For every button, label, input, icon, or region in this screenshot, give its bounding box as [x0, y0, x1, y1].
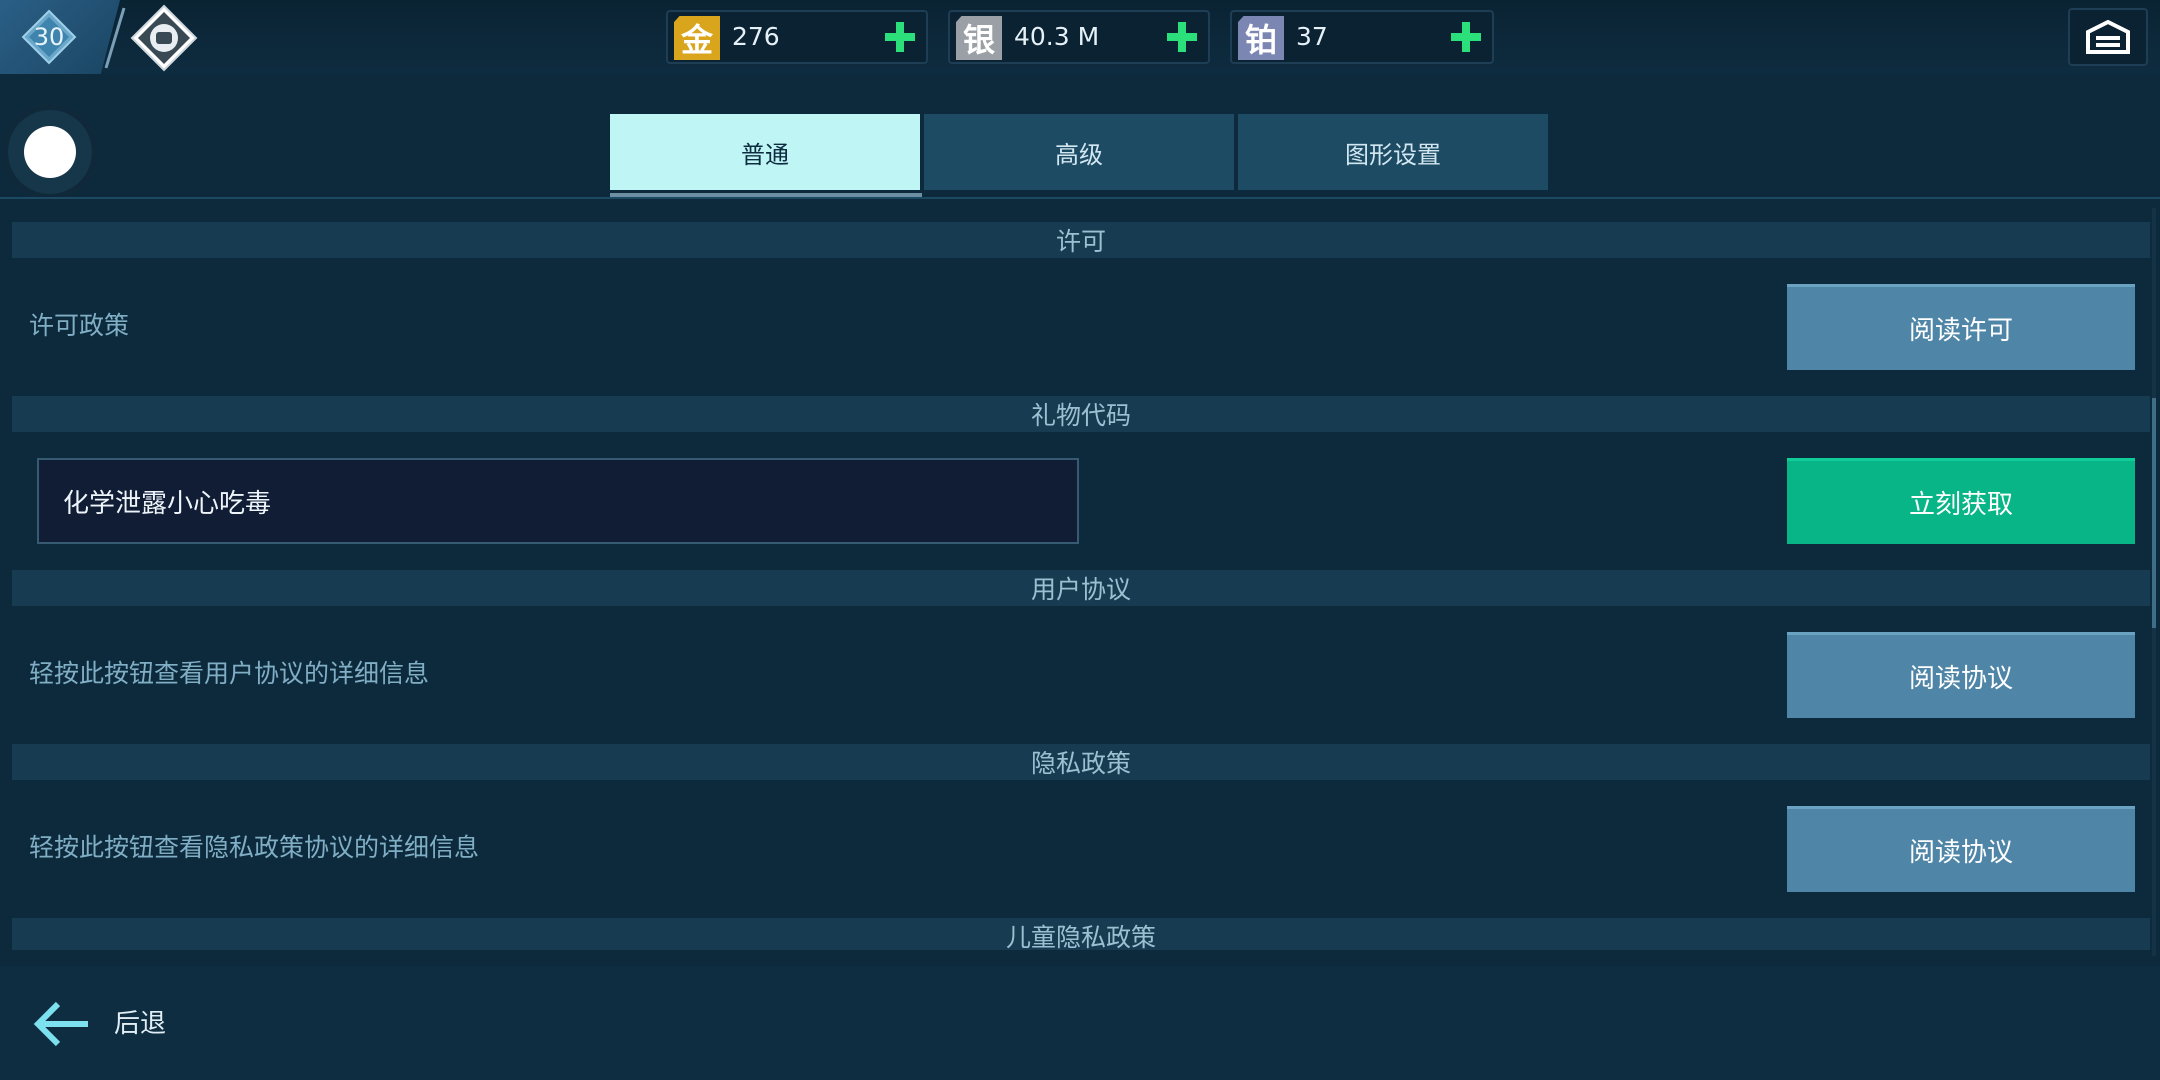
user-agreement-label: 轻按此按钮查看用户协议的详细信息: [29, 659, 430, 688]
tab-general[interactable]: 普通: [610, 114, 920, 190]
platinum-icon: 铂: [1238, 16, 1284, 60]
alliance-emblem-icon[interactable]: [130, 4, 198, 72]
redeem-now-button[interactable]: 立刻获取: [1787, 458, 2135, 544]
player-level[interactable]: 30: [21, 9, 77, 65]
back-arrow-icon[interactable]: [32, 1000, 92, 1048]
top-bar: 30 金 276 银 40.3 M 铂 37: [0, 0, 2160, 74]
gold-amount: 276: [732, 22, 780, 51]
section-header-children-privacy: 儿童隐私政策: [12, 918, 2150, 950]
read-license-button[interactable]: 阅读许可: [1787, 284, 2135, 370]
back-button-label[interactable]: 后退: [114, 1004, 166, 1044]
license-policy-label: 许可政策: [29, 311, 130, 340]
garage-home-button[interactable]: [2068, 8, 2148, 66]
list-scrollbar[interactable]: [2152, 208, 2156, 956]
silver-amount: 40.3 M: [1014, 22, 1100, 51]
add-gold-plus-icon[interactable]: [882, 19, 918, 55]
section-header-license: 许可: [12, 222, 2150, 258]
divider-slash-icon: [104, 7, 126, 69]
scrollbar-thumb[interactable]: [2152, 398, 2156, 628]
read-user-agreement-button[interactable]: 阅读协议: [1787, 632, 2135, 718]
platinum-amount: 37: [1296, 22, 1328, 51]
settings-tabs: 普通 高级 图形设置: [610, 114, 1550, 190]
section-header-user-agreement: 用户协议: [12, 570, 2150, 606]
silver-currency: 银 40.3 M: [948, 10, 1210, 64]
garage-icon: [2086, 20, 2130, 54]
platinum-currency: 铂 37: [1230, 10, 1494, 64]
settings-list[interactable]: 许可 许可政策 阅读许可 礼物代码 化学泄露小心吃毒 立刻获取 用户协议 轻按此…: [12, 210, 2150, 950]
section-header-gift-code: 礼物代码: [12, 396, 2150, 432]
header-divider: [0, 197, 2160, 199]
floating-assist-button[interactable]: [2, 104, 98, 200]
section-header-privacy: 隐私政策: [12, 744, 2150, 780]
silver-icon: 银: [956, 16, 1002, 60]
gold-icon: 金: [674, 16, 720, 60]
add-silver-plus-icon[interactable]: [1164, 19, 1200, 55]
tab-advanced[interactable]: 高级: [924, 114, 1234, 190]
gold-currency: 金 276: [666, 10, 928, 64]
tab-graphics[interactable]: 图形设置: [1238, 114, 1548, 190]
read-privacy-button[interactable]: 阅读协议: [1787, 806, 2135, 892]
privacy-policy-label: 轻按此按钮查看隐私政策协议的详细信息: [29, 833, 480, 862]
footer-bar: 后退: [0, 966, 2160, 1080]
gift-code-input[interactable]: 化学泄露小心吃毒: [37, 458, 1079, 544]
add-platinum-plus-icon[interactable]: [1448, 19, 1484, 55]
